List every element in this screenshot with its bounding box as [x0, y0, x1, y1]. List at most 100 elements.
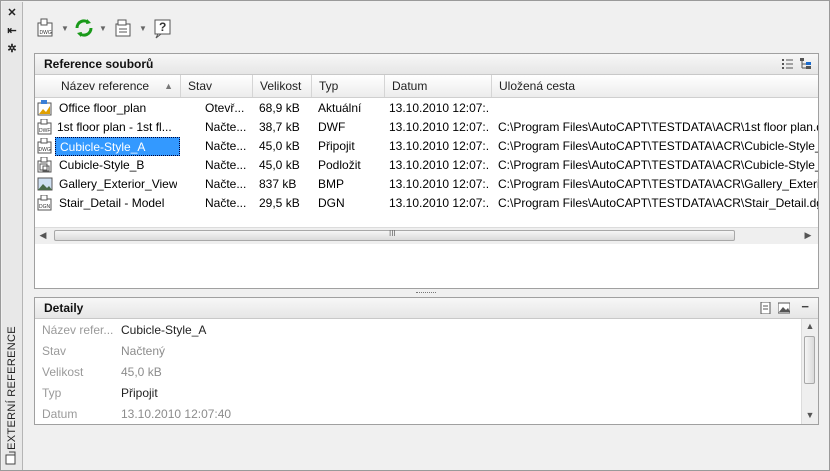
scroll-up-icon[interactable]: ▲	[804, 321, 816, 331]
properties-icon[interactable]: ✲	[4, 42, 20, 56]
dgn-icon: DGN	[37, 194, 53, 211]
reference-status: Otevř...	[205, 101, 245, 115]
reference-path	[498, 99, 818, 118]
detail-label: Název refer...	[42, 323, 114, 337]
reference-status: Načte...	[205, 139, 247, 153]
external-references-palette: ✕ ⇤ ✲ EXTERNÍ REFERENCE DWG ▼ ▼ ▼ ? Refe…	[0, 0, 830, 471]
reference-type: Aktuální	[318, 101, 362, 115]
reference-name: Stair_Detail - Model	[59, 196, 165, 210]
reference-size: 45,0 kB	[259, 139, 300, 153]
splitter-grip	[416, 292, 436, 295]
dwf-icon: DWF	[37, 118, 53, 135]
details-header: Detaily −	[35, 298, 818, 319]
file-references-panel: Reference souborů Název reference ▲ Stav …	[34, 53, 819, 289]
reference-name: Cubicle-Style_B	[59, 158, 145, 172]
details-title: Detaily	[44, 301, 84, 315]
detail-row-size: Velikost 45,0 kB	[35, 362, 801, 383]
dwg-icon: DWG	[37, 137, 53, 154]
palette-title: EXTERNÍ REFERENCE	[6, 326, 18, 450]
reference-name: Gallery_Exterior_View	[59, 177, 177, 191]
refresh-icon[interactable]	[73, 17, 95, 39]
reference-date: 13.10.2010 12:07:...	[389, 158, 489, 172]
reference-size: 837 kB	[259, 177, 297, 191]
reference-size: 29,5 kB	[259, 196, 300, 210]
column-size[interactable]: Velikost	[253, 75, 312, 97]
help-icon[interactable]: ?	[152, 17, 174, 39]
reference-type: Podložit	[318, 158, 361, 172]
preview-view-icon[interactable]	[777, 302, 791, 314]
detail-label: Velikost	[42, 365, 84, 379]
change-path-icon[interactable]	[113, 17, 135, 39]
list-view-icon[interactable]	[782, 58, 794, 70]
reference-row[interactable]: DGN Stair_Detail - Model Načte... 29,5 k…	[35, 194, 818, 213]
panel-splitter[interactable]	[34, 290, 819, 296]
change-path-dropdown-icon[interactable]: ▼	[139, 25, 147, 33]
detail-value-status: Načtený	[121, 344, 166, 358]
column-header-row: Název reference ▲ Stav Velikost Typ Datum…	[35, 75, 818, 98]
detail-label: Stav	[42, 344, 67, 358]
reference-type: Připojit	[318, 139, 355, 153]
help-glyph: ?	[159, 20, 167, 34]
detail-row-type: Typ Připojit	[35, 383, 801, 404]
detail-value-type[interactable]: Připojit	[121, 386, 158, 400]
collapse-details-icon[interactable]: −	[801, 299, 809, 314]
reference-name: Office floor_plan	[59, 101, 147, 115]
reference-size: 45,0 kB	[259, 158, 300, 172]
reference-row[interactable]: DWF 1st floor plan - 1st fl... Načte... …	[35, 118, 818, 137]
detail-value-name[interactable]: Cubicle-Style_A	[121, 323, 206, 337]
refresh-dropdown-icon[interactable]: ▼	[99, 25, 107, 33]
detail-label: Typ	[42, 386, 62, 400]
attach-dropdown-icon[interactable]: ▼	[61, 25, 69, 33]
close-icon[interactable]: ✕	[4, 6, 20, 20]
column-saved-path[interactable]: Uložená cesta	[492, 75, 818, 97]
column-date[interactable]: Datum	[385, 75, 492, 97]
reference-path: C:\Program Files\AutoCAPT\TESTDATA\ACR\S…	[498, 196, 818, 210]
detail-value-size: 45,0 kB	[121, 365, 162, 379]
column-status[interactable]: Stav	[181, 75, 253, 97]
reference-row-selected[interactable]: DWG Cubicle-Style_A Načte... 45,0 kB Při…	[35, 137, 818, 156]
dwg-overlay-icon	[37, 156, 53, 173]
tree-view-icon[interactable]	[800, 58, 812, 70]
reference-type: DWF	[318, 120, 346, 134]
reference-path: C:\Program Files\AutoCAPT\TESTDATA\ACR\G…	[498, 177, 818, 191]
horizontal-scrollbar[interactable]: ◀ III ▶	[35, 227, 818, 244]
reference-type: BMP	[318, 177, 345, 191]
reference-date: 13.10.2010 12:07:...	[389, 120, 489, 134]
svg-text:DWG: DWG	[39, 147, 51, 153]
scroll-right-icon[interactable]: ▶	[802, 230, 814, 241]
image-icon	[37, 176, 53, 192]
auto-hide-icon[interactable]: ⇤	[4, 24, 20, 38]
svg-text:DWF: DWF	[39, 128, 50, 134]
column-name[interactable]: Název reference ▲	[53, 75, 181, 97]
reference-size: 68,9 kB	[259, 101, 300, 115]
attach-dwg-icon[interactable]: DWG	[35, 17, 57, 39]
reference-status: Načte...	[205, 158, 247, 172]
reference-status: Načte...	[205, 177, 247, 191]
horizontal-scroll-thumb[interactable]: III	[54, 229, 735, 241]
reference-date: 13.10.2010 12:07:...	[389, 177, 489, 191]
vertical-scrollbar[interactable]: ▲ ▼	[801, 319, 818, 424]
reference-row[interactable]: Office floor_plan Otevř... 68,9 kB Aktuá…	[35, 99, 818, 118]
file-references-title: Reference souborů	[44, 57, 154, 71]
reference-status: Načte...	[205, 196, 247, 210]
reference-path: C:\Program Files\AutoCAPT\TESTDATA\ACR\C…	[498, 139, 818, 153]
reference-type: DGN	[318, 196, 345, 210]
reference-row[interactable]: Gallery_Exterior_View Načte... 837 kB BM…	[35, 175, 818, 194]
scroll-left-icon[interactable]: ◀	[37, 230, 49, 241]
scroll-grip: III	[389, 229, 396, 238]
reference-date: 13.10.2010 12:07:...	[389, 139, 489, 153]
vertical-scroll-thumb[interactable]	[804, 336, 815, 384]
reference-name: Cubicle-Style_A	[55, 137, 180, 156]
reference-path: C:\Program Files\AutoCAPT\TESTDATA\ACR\C…	[498, 158, 818, 172]
sort-ascending-icon: ▲	[164, 81, 173, 91]
detail-row-date: Datum 13.10.2010 12:07:40	[35, 404, 801, 425]
details-view-icon[interactable]	[760, 301, 772, 315]
column-type[interactable]: Typ	[312, 75, 385, 97]
reference-row[interactable]: Cubicle-Style_B Načte... 45,0 kB Podloži…	[35, 156, 818, 175]
detail-row-name: Název refer... Cubicle-Style_A	[35, 320, 801, 341]
scroll-down-icon[interactable]: ▼	[804, 410, 816, 420]
drawing-icon	[37, 100, 53, 116]
reference-size: 38,7 kB	[259, 120, 300, 134]
reference-date: 13.10.2010 12:07:...	[389, 196, 489, 210]
palette-side-strip: ✕ ⇤ ✲ EXTERNÍ REFERENCE	[2, 2, 23, 470]
